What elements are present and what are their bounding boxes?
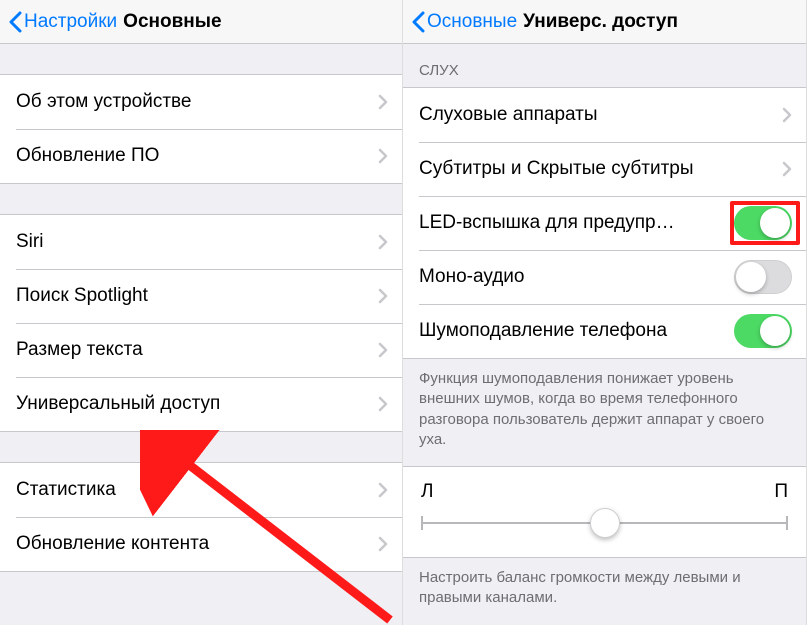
cell-label: Обновление контента	[16, 533, 370, 555]
cell-label: Siri	[16, 231, 370, 253]
footer-noise-cancel: Функция шумоподавления понижает уровень …	[403, 359, 806, 466]
cell-accessibility[interactable]: Универсальный доступ	[0, 377, 402, 431]
cell-label: Обновление ПО	[16, 145, 370, 167]
chevron-right-icon	[378, 234, 388, 250]
cell-about-device[interactable]: Об этом устройстве	[0, 75, 402, 129]
chevron-right-icon	[378, 342, 388, 358]
cell-label: Шумоподавление телефона	[419, 320, 726, 342]
cell-siri[interactable]: Siri	[0, 215, 402, 269]
group-hearing: Слуховые аппараты Субтитры и Скрытые суб…	[403, 87, 806, 359]
cell-software-update[interactable]: Обновление ПО	[0, 129, 402, 183]
cell-spotlight[interactable]: Поиск Spotlight	[0, 269, 402, 323]
navbar-title: Универс. доступ	[523, 11, 678, 33]
cell-label: LED-вспышка для предупр…	[419, 212, 726, 234]
cell-label: Об этом устройстве	[16, 91, 370, 113]
chevron-right-icon	[782, 107, 792, 123]
balance-slider[interactable]	[421, 509, 788, 537]
cell-hearing-aids[interactable]: Слуховые аппараты	[403, 88, 806, 142]
cell-label: Поиск Spotlight	[16, 285, 370, 307]
cell-noise-cancel[interactable]: Шумоподавление телефона	[403, 304, 806, 358]
cell-label: Универсальный доступ	[16, 393, 370, 415]
navbar-right: Основные Универс. доступ	[403, 0, 806, 44]
cell-label: Субтитры и Скрытые субтитры	[419, 158, 774, 180]
group-siri: Siri Поиск Spotlight Размер текста Униве…	[0, 214, 402, 432]
cell-label: Моно-аудио	[419, 266, 726, 288]
cell-content-update[interactable]: Обновление контента	[0, 517, 402, 571]
cell-subtitles[interactable]: Субтитры и Скрытые субтитры	[403, 142, 806, 196]
chevron-right-icon	[378, 482, 388, 498]
chevron-left-icon	[8, 11, 22, 33]
group-about: Об этом устройстве Обновление ПО	[0, 74, 402, 184]
chevron-right-icon	[378, 396, 388, 412]
settings-general-panel: Настройки Основные Об этом устройстве Об…	[0, 0, 403, 625]
chevron-right-icon	[378, 536, 388, 552]
toggle-led-flash[interactable]	[734, 206, 792, 240]
section-header-hearing: СЛУХ	[403, 44, 806, 87]
cell-mono-audio[interactable]: Моно-аудио	[403, 250, 806, 304]
navbar-title: Основные	[123, 11, 221, 33]
cell-label: Размер текста	[16, 339, 370, 361]
cell-statistics[interactable]: Статистика	[0, 463, 402, 517]
footer-balance: Настроить баланс громкости между левыми …	[403, 558, 806, 625]
toggle-mono-audio[interactable]	[734, 260, 792, 294]
cell-label: Слуховые аппараты	[419, 104, 774, 126]
cell-text-size[interactable]: Размер текста	[0, 323, 402, 377]
chevron-left-icon	[411, 11, 425, 33]
slider-left-label: Л	[421, 481, 433, 503]
cell-led-flash[interactable]: LED-вспышка для предупр…	[403, 196, 806, 250]
toggle-noise-cancel[interactable]	[734, 314, 792, 348]
chevron-right-icon	[378, 288, 388, 304]
chevron-right-icon	[782, 161, 792, 177]
accessibility-panel: Основные Универс. доступ СЛУХ Слуховые а…	[403, 0, 807, 625]
group-stats: Статистика Обновление контента	[0, 462, 402, 572]
slider-right-label: П	[774, 481, 788, 503]
slider-knob[interactable]	[590, 508, 620, 538]
chevron-right-icon	[378, 148, 388, 164]
back-label: Настройки	[24, 11, 117, 33]
chevron-right-icon	[378, 94, 388, 110]
navbar-left: Настройки Основные	[0, 0, 402, 44]
back-button[interactable]: Основные	[411, 11, 517, 33]
back-button[interactable]: Настройки	[8, 11, 117, 33]
balance-slider-row: Л П	[403, 466, 806, 558]
back-label: Основные	[427, 11, 517, 33]
cell-label: Статистика	[16, 479, 370, 501]
